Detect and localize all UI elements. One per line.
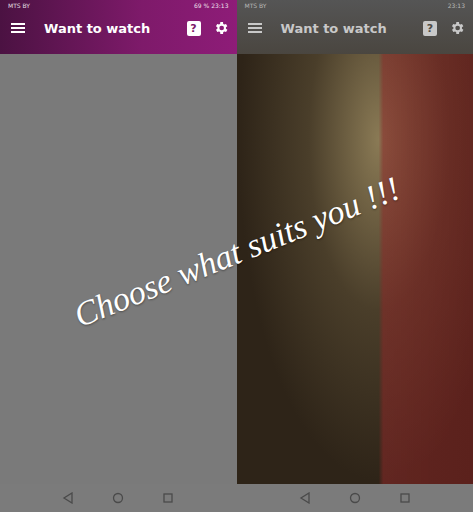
toolbar: Want to watch? (0, 10, 237, 46)
toolbar: Want to watch? (237, 10, 473, 46)
help-icon[interactable]: ? (423, 21, 437, 36)
back-icon[interactable] (299, 492, 311, 504)
gear-icon[interactable] (213, 20, 229, 36)
menu-icon[interactable] (247, 21, 263, 35)
back-icon[interactable] (62, 492, 74, 504)
status-carrier: MTS BY (8, 2, 30, 10)
home-icon[interactable] (112, 492, 124, 504)
gear-icon[interactable] (449, 20, 465, 36)
app-header: MTS BY69 % 23:13Want to watch? (0, 0, 237, 54)
recents-icon[interactable] (399, 492, 411, 504)
status-carrier: MTS BY (245, 2, 267, 10)
content-area (237, 54, 473, 484)
app-header: MTS BY23:13Want to watch? (237, 0, 473, 54)
navigation-bar (0, 484, 237, 512)
status-bar: MTS BY 23:13 (237, 0, 473, 10)
background-photo (237, 54, 473, 484)
status-info: 69 % 23:13 (194, 2, 228, 10)
navigation-bar (237, 484, 473, 512)
menu-icon[interactable] (10, 21, 26, 35)
recents-icon[interactable] (162, 492, 174, 504)
screenshot-collage: MTS BY69 % 23:13Want to watch?MTS BY23:1… (0, 0, 473, 512)
status-info: 23:13 (448, 2, 465, 10)
app-title: Want to watch (281, 21, 387, 36)
home-icon[interactable] (349, 492, 361, 504)
status-bar: MTS BY 69 % 23:13 (0, 0, 237, 10)
app-title: Want to watch (44, 21, 150, 36)
help-icon[interactable]: ? (187, 21, 201, 36)
